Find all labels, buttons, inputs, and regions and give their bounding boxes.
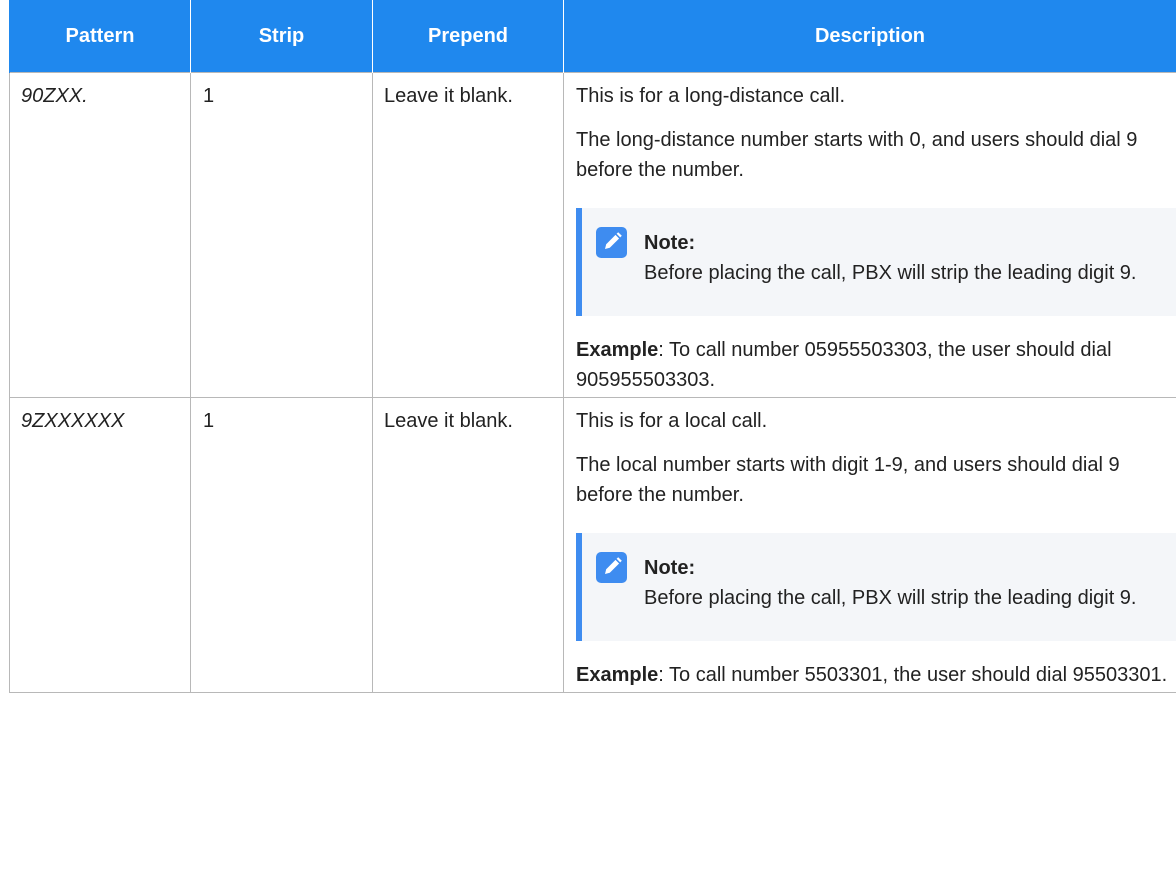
pattern-cell: 90ZXX. xyxy=(9,72,191,398)
pattern-cell: 9ZXXXXXX xyxy=(9,397,191,693)
note-callout: Note: Before placing the call, PBX will … xyxy=(576,208,1176,316)
example-body: : To call number 5503301, the user shoul… xyxy=(658,664,1168,686)
pencil-icon xyxy=(596,552,627,583)
table-row: 90ZXX. 1 Leave it blank. This is for a l… xyxy=(9,72,1176,398)
description-detail: The long-distance number starts with 0, … xyxy=(576,129,1138,181)
header-strip: Strip xyxy=(190,0,373,73)
example-text: Example: To call number 5503301, the use… xyxy=(576,660,1176,690)
table-row: 9ZXXXXXX 1 Leave it blank. This is for a… xyxy=(9,397,1176,693)
strip-cell: 1 xyxy=(190,72,373,398)
note-title: Note: xyxy=(644,557,696,579)
note-callout: Note: Before placing the call, PBX will … xyxy=(576,533,1176,641)
example-text: Example: To call number 05955503303, the… xyxy=(576,335,1176,395)
example-label: Example xyxy=(576,664,659,686)
note-text: Before placing the call, PBX will strip … xyxy=(644,587,1137,609)
note-text: Before placing the call, PBX will strip … xyxy=(644,262,1137,284)
header-pattern: Pattern xyxy=(9,0,191,73)
pencil-icon xyxy=(596,227,627,258)
strip-cell: 1 xyxy=(190,397,373,693)
description-detail: The local number starts with digit 1-9, … xyxy=(576,454,1120,506)
dial-pattern-table: Pattern Strip Prepend Description 90ZXX.… xyxy=(9,0,1176,693)
description-cell: This is for a local call. The local numb… xyxy=(563,397,1176,693)
description-cell: This is for a long-distance call. The lo… xyxy=(563,72,1176,398)
header-prepend: Prepend xyxy=(372,0,564,73)
prepend-cell: Leave it blank. xyxy=(372,397,564,693)
description-intro: This is for a local call. xyxy=(576,410,768,432)
example-label: Example xyxy=(576,339,659,361)
note-title: Note: xyxy=(644,232,696,254)
prepend-cell: Leave it blank. xyxy=(372,72,564,398)
header-description: Description xyxy=(563,0,1176,73)
description-intro: This is for a long-distance call. xyxy=(576,85,846,107)
table-header-row: Pattern Strip Prepend Description xyxy=(9,0,1176,73)
